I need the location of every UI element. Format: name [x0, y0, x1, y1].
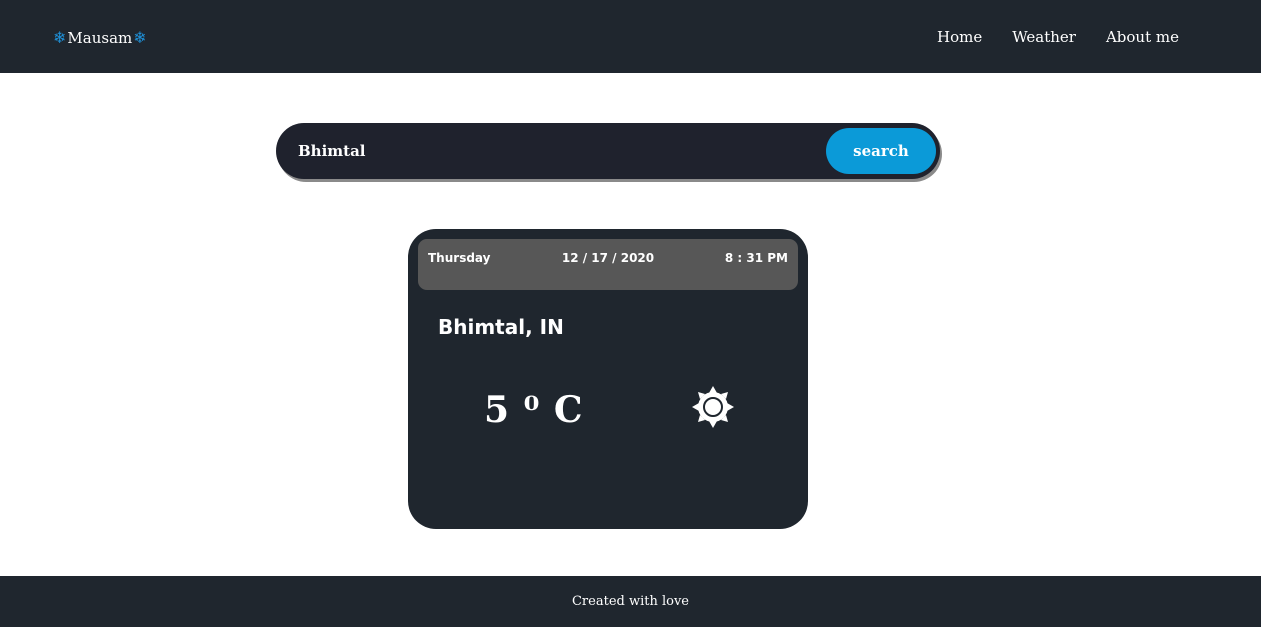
location-label: Bhimtal, IN	[438, 315, 564, 339]
nav-link-about-me[interactable]: About me	[1106, 28, 1179, 46]
temperature-value: 5 ⁰ C	[484, 389, 584, 431]
weather-card-header: Thursday 12 / 17 / 2020 8 : 31 PM	[418, 239, 798, 290]
search-button[interactable]: search	[826, 128, 936, 174]
sun-icon	[692, 386, 734, 428]
time-label: 8 : 31 PM	[724, 251, 788, 265]
nav-link-home[interactable]: Home	[937, 28, 982, 46]
navbar: ❄ Mausam ❄ Home Weather About me	[0, 0, 1261, 73]
brand-name: Mausam	[67, 29, 133, 47]
weather-card: Thursday 12 / 17 / 2020 8 : 31 PM Bhimta…	[408, 229, 808, 529]
snowflake-icon: ❄	[53, 28, 67, 47]
footer-text: Created with love	[571, 594, 689, 609]
snowflake-icon: ❄	[133, 28, 147, 47]
nav-link-weather[interactable]: Weather	[1012, 28, 1076, 46]
nav-links: Home Weather About me	[937, 28, 1179, 46]
footer: Created with love	[0, 576, 1261, 627]
brand[interactable]: ❄ Mausam ❄	[53, 28, 147, 48]
search-bar: search	[276, 123, 940, 179]
search-input[interactable]	[298, 139, 818, 163]
